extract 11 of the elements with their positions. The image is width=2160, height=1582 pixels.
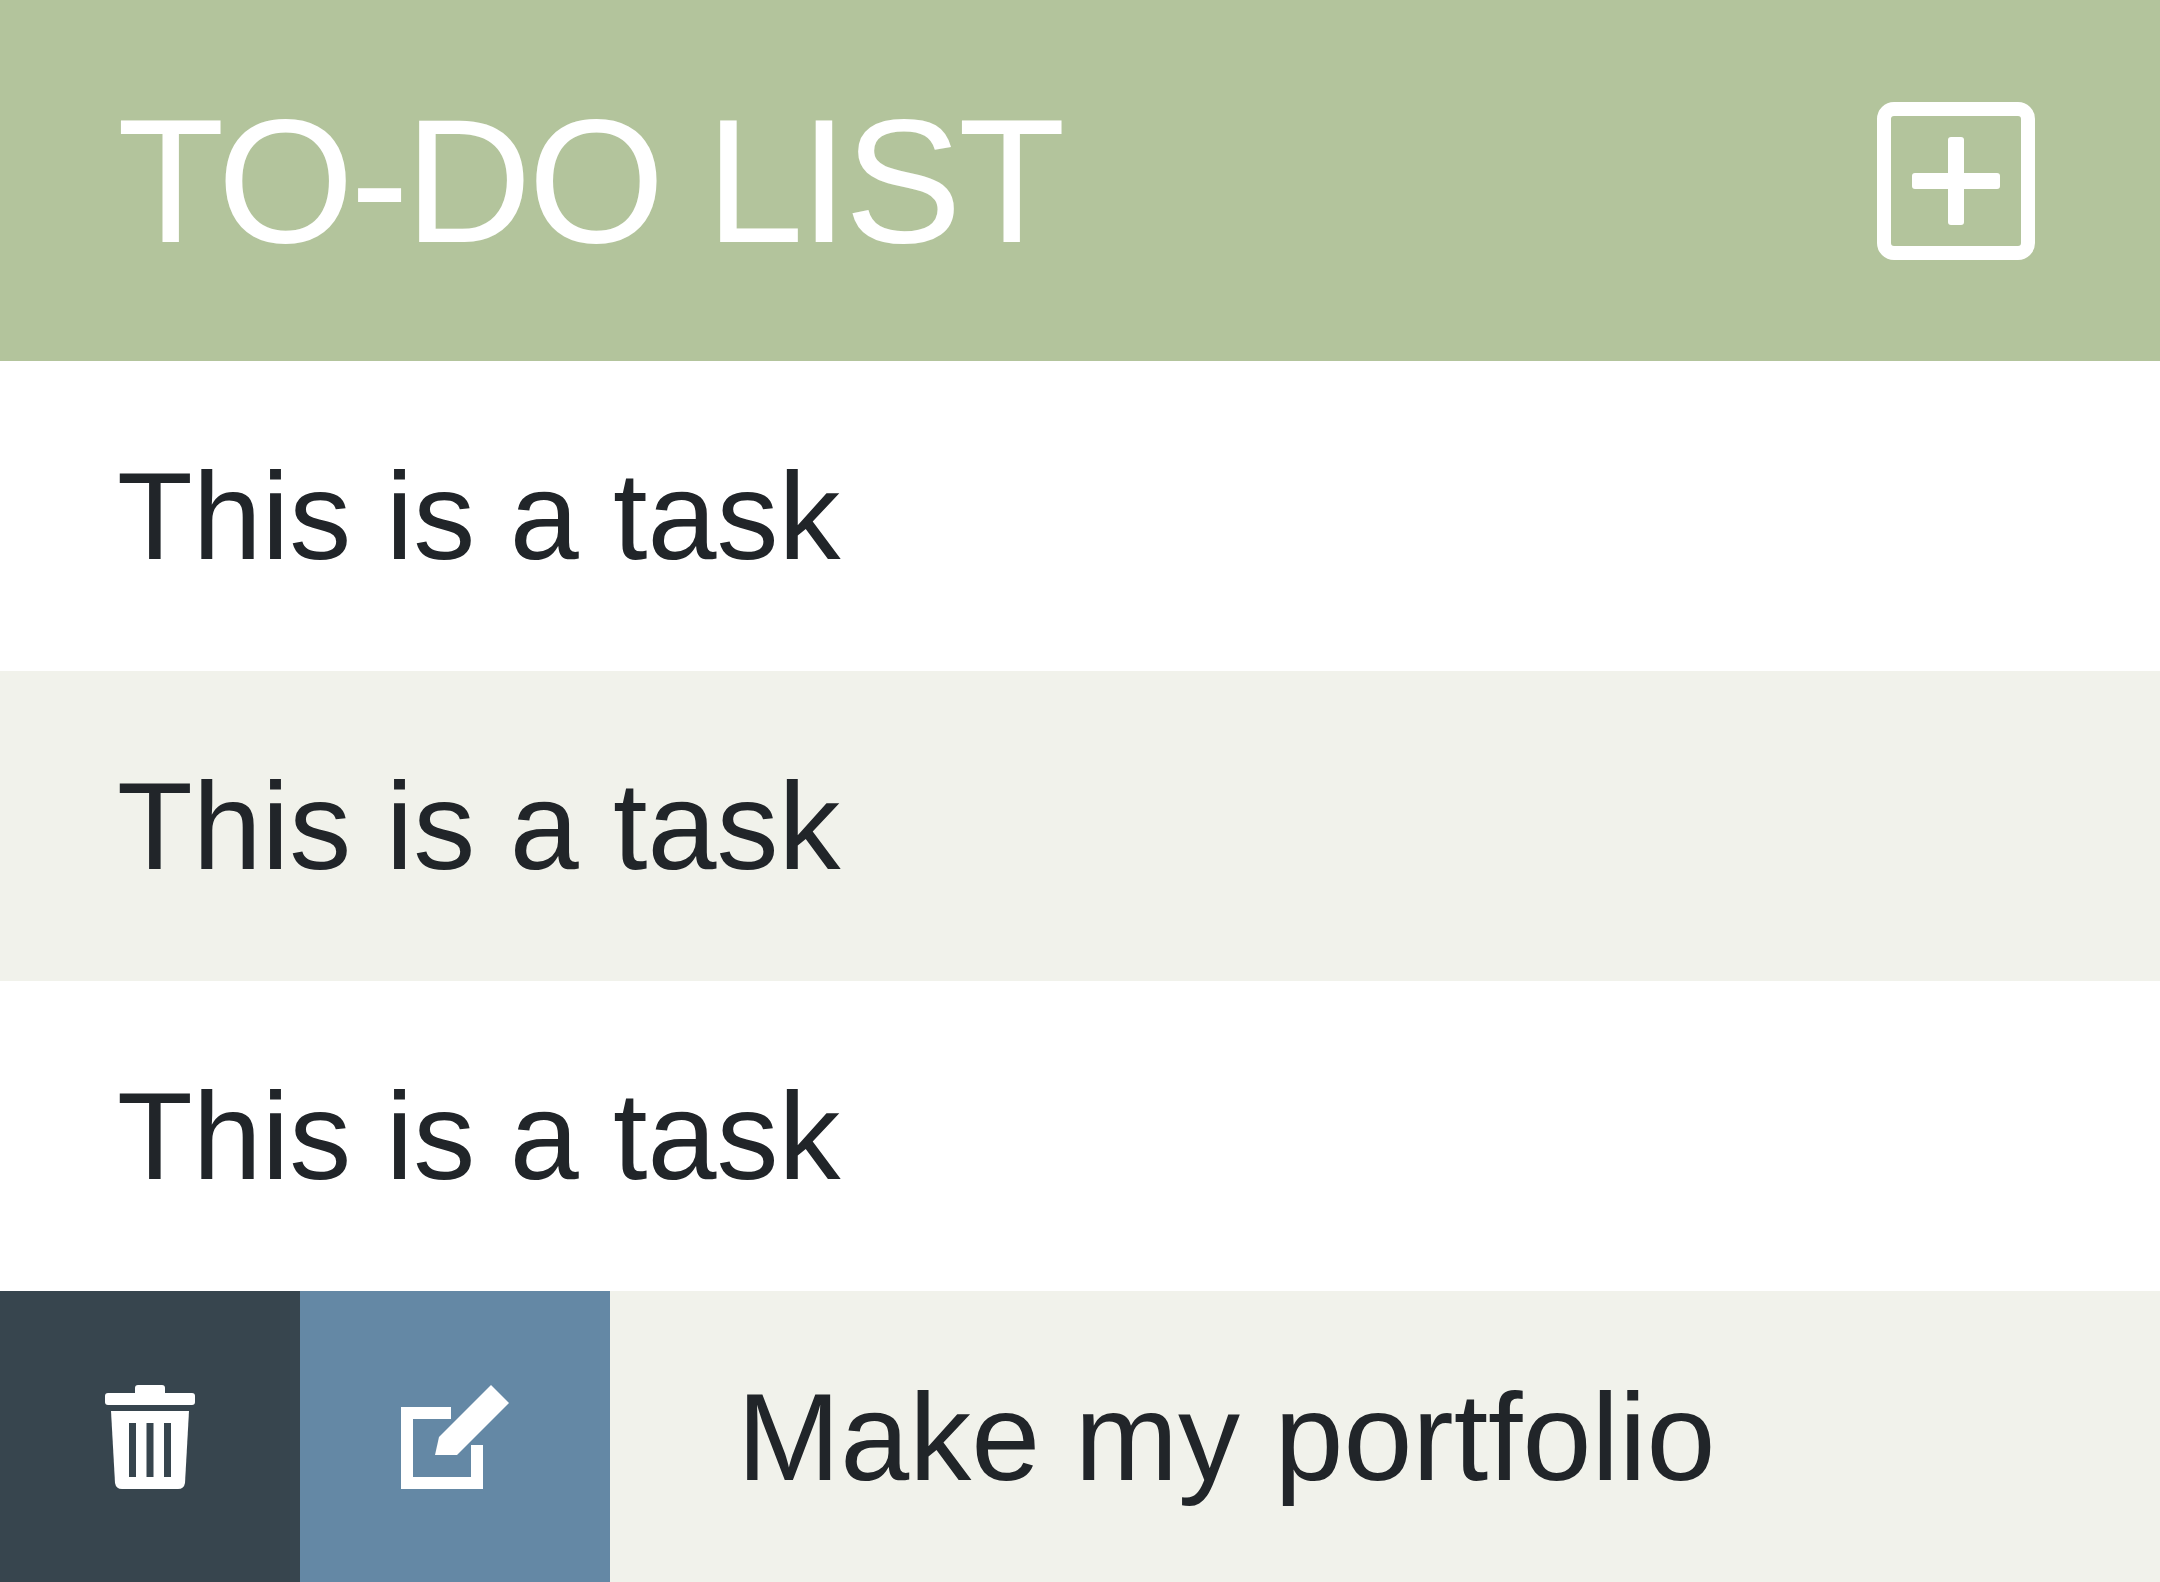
delete-button[interactable]	[0, 1291, 300, 1582]
task-row[interactable]: This is a task	[0, 671, 2160, 981]
task-text: Make my portfolio	[736, 1366, 1716, 1508]
edit-button[interactable]	[300, 1291, 610, 1582]
task-text: This is a task	[116, 1066, 841, 1207]
task-row[interactable]: Make my portfolio	[0, 1291, 2160, 1582]
app-title: TO-DO LIST	[117, 81, 1062, 281]
trash-icon	[105, 1384, 195, 1489]
add-icon	[1876, 100, 2036, 261]
task-text: This is a task	[116, 756, 841, 897]
task-text: This is a task	[116, 446, 841, 587]
